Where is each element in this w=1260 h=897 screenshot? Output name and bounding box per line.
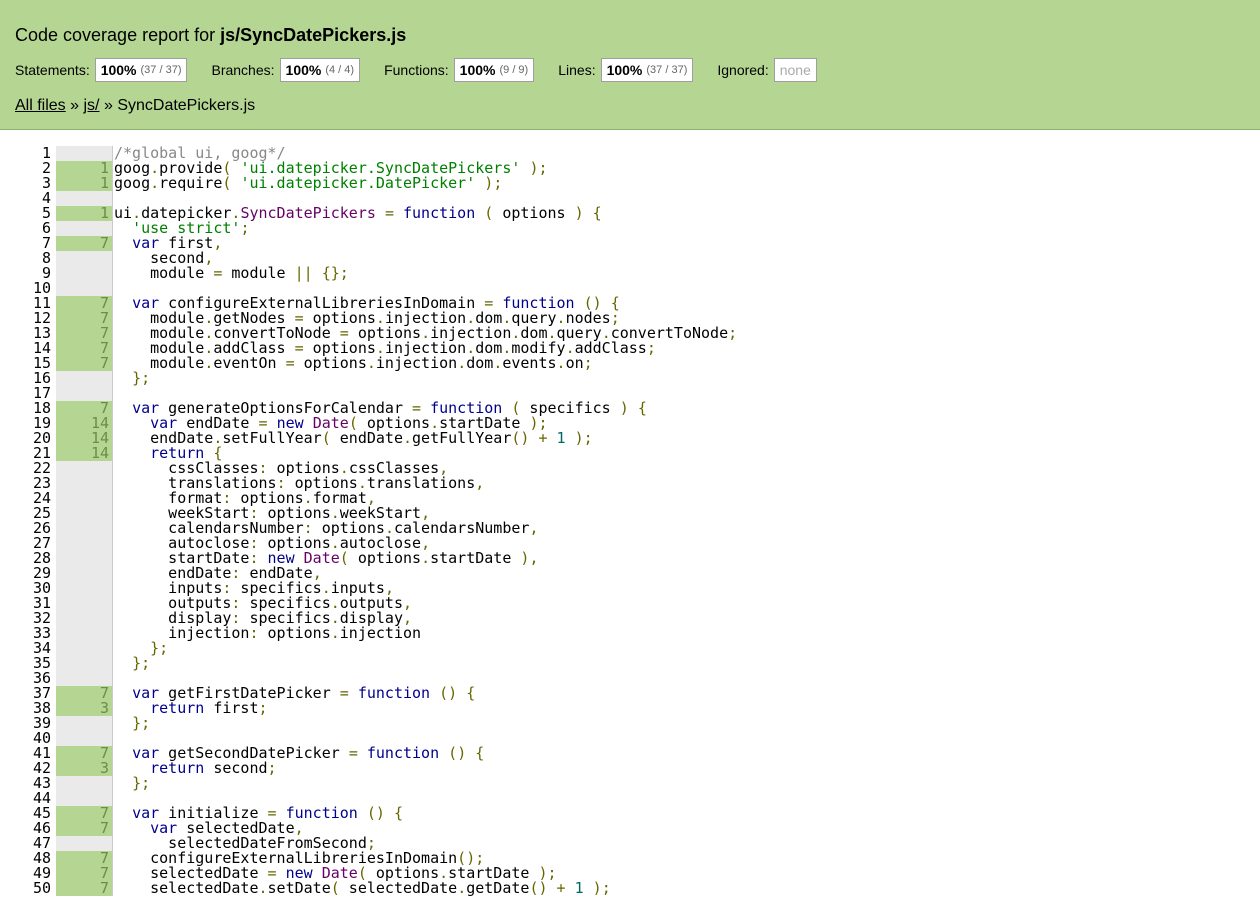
code-line: 9 module = module || {}; (0, 266, 1260, 281)
hit-count (56, 521, 112, 536)
stat-label: Functions: (384, 62, 449, 78)
hit-count (56, 566, 112, 581)
stat-label: Statements: (15, 62, 90, 78)
source-text: }; (112, 716, 150, 731)
breadcrumb-separator: » (103, 97, 113, 114)
stat-box: none (773, 58, 817, 82)
breadcrumb-dir-link[interactable]: js/ (84, 97, 100, 114)
source-code-table: 1/*global ui, goog*/2 1 goog.provide( 'ui.… (0, 146, 1260, 896)
hit-count (56, 641, 112, 656)
stat-box: 100% (37 / 37) (600, 58, 694, 82)
report-header: Code coverage report for js/SyncDatePick… (0, 0, 1260, 130)
title-prefix: Code coverage report for (15, 25, 216, 45)
page-title: Code coverage report for js/SyncDatePick… (15, 24, 406, 46)
hit-count: 1 (56, 206, 112, 221)
hit-count (56, 596, 112, 611)
hit-count (56, 611, 112, 626)
stat-label: Ignored: (717, 62, 769, 78)
code-line: 34 }; (0, 641, 1260, 656)
breadcrumb: All files » js/ » SyncDatePickers.js (15, 97, 255, 115)
hit-count: 7 (56, 236, 112, 251)
stat-label: Lines: (558, 62, 596, 78)
source-text: goog.require( 'ui.datepicker.DatePicker'… (112, 174, 503, 192)
code-line: 50 7 selectedDate.setDate( selectedDate.g… (0, 881, 1260, 896)
hit-count: 1 (56, 176, 112, 191)
code-line: 35 }; (0, 656, 1260, 671)
coverage-stats: Statements: 100% (37 / 37) Branches: 100%… (15, 58, 841, 82)
breadcrumb-all-files-link[interactable]: All files (15, 97, 66, 114)
stat-functions: Functions: 100% (9 / 9) (384, 58, 535, 82)
stat-pct: 100% (459, 62, 496, 78)
stat-fraction: (37 / 37) (646, 64, 688, 76)
stat-box: 100% (9 / 9) (453, 58, 535, 82)
title-file: js/SyncDatePickers.js (220, 25, 407, 45)
hit-count (56, 371, 112, 386)
stat-label: Branches: (211, 62, 275, 78)
stat-pct: 100% (285, 62, 322, 78)
source-text: }; (112, 371, 150, 386)
hit-count (56, 461, 112, 476)
source-text: }; (112, 656, 150, 671)
source-text: module = module || {}; (112, 264, 349, 282)
hit-count (56, 551, 112, 566)
hit-count (56, 581, 112, 596)
hit-count (56, 716, 112, 731)
hit-count: 3 (56, 701, 112, 716)
hit-count (56, 776, 112, 791)
breadcrumb-separator: » (70, 97, 80, 114)
code-line: 42 3 return second; (0, 761, 1260, 776)
breadcrumb-current-file: SyncDatePickers.js (117, 97, 256, 114)
code-line: 33 injection: options.injection (0, 626, 1260, 641)
code-line: 3 1 goog.require( 'ui.datepicker.DatePicke… (0, 176, 1260, 191)
hit-count (56, 506, 112, 521)
ignored-value: none (779, 62, 811, 78)
code-line: 15 7 module.eventOn = options.injection.d… (0, 356, 1260, 371)
stat-statements: Statements: 100% (37 / 37) (15, 58, 188, 82)
stat-lines: Lines: 100% (37 / 37) (558, 58, 694, 82)
stat-ignored: Ignored: none (717, 58, 817, 82)
code-line: 16 }; (0, 371, 1260, 386)
stat-fraction: (9 / 9) (499, 64, 529, 76)
source-text: module.eventOn = options.injection.dom.e… (112, 354, 593, 372)
code-line: 39 }; (0, 716, 1260, 731)
code-line: 38 3 return first; (0, 701, 1260, 716)
hit-count (56, 266, 112, 281)
hit-count: 7 (56, 356, 112, 371)
hit-count (56, 536, 112, 551)
stat-fraction: (4 / 4) (325, 64, 355, 76)
line-number[interactable]: 50 (0, 881, 56, 896)
stat-pct: 100% (100, 62, 137, 78)
code-line: 43 }; (0, 776, 1260, 791)
stat-pct: 100% (606, 62, 643, 78)
hit-count (56, 491, 112, 506)
hit-count (56, 476, 112, 491)
stat-box: 100% (37 / 37) (94, 58, 188, 82)
hit-count: 3 (56, 761, 112, 776)
stat-branches: Branches: 100% (4 / 4) (211, 58, 361, 82)
source-text: selectedDate.setDate( selectedDate.getDa… (112, 879, 611, 897)
stat-fraction: (37 / 37) (140, 64, 182, 76)
hit-count: 7 (56, 821, 112, 836)
hit-count (56, 251, 112, 266)
hit-count: 14 (56, 446, 112, 461)
stat-box: 100% (4 / 4) (279, 58, 361, 82)
hit-count: 7 (56, 881, 112, 896)
hit-count (56, 656, 112, 671)
hit-count (56, 626, 112, 641)
source-text: }; (112, 776, 150, 791)
